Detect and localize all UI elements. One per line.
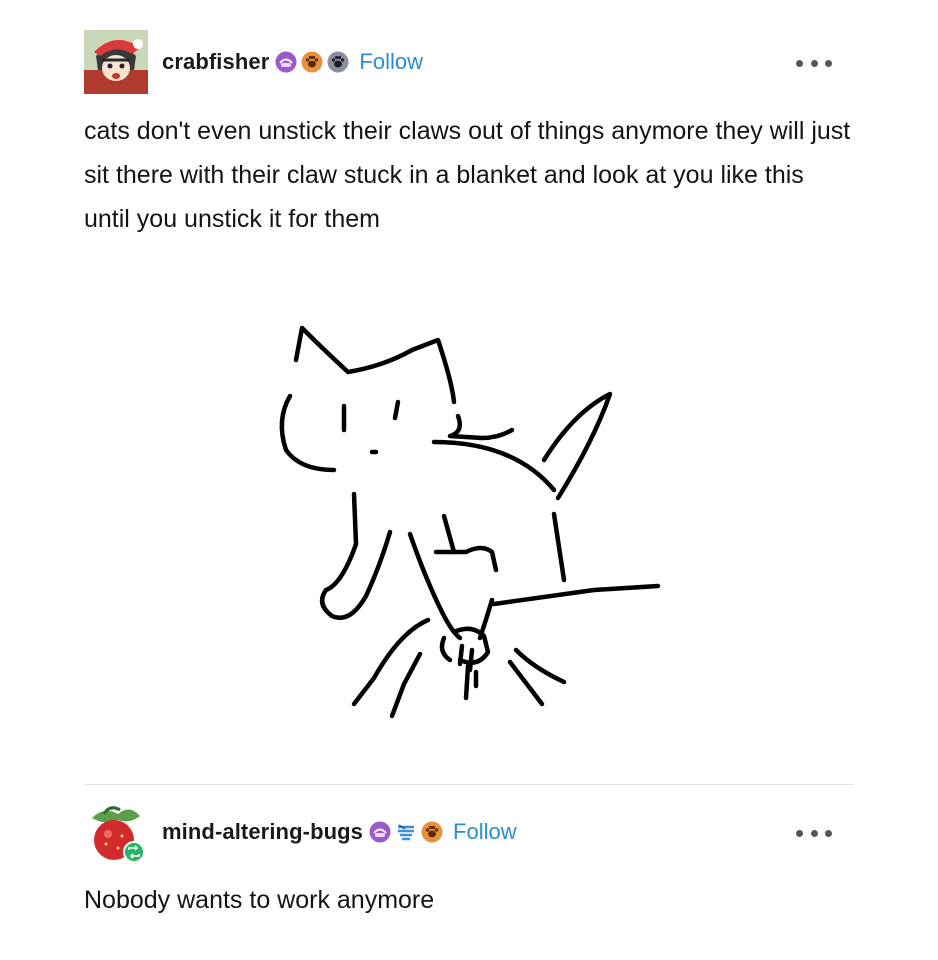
username[interactable]: crabfisher (162, 49, 269, 75)
avatar-image (84, 30, 148, 94)
avatar[interactable] (84, 800, 148, 864)
follow-button[interactable]: Follow (453, 819, 517, 845)
more-options-icon[interactable] (796, 56, 832, 70)
grey-paw-badge-icon[interactable] (327, 51, 349, 73)
post-body: Nobody wants to work anymore (84, 886, 435, 914)
follow-button[interactable]: Follow (359, 49, 423, 75)
post-body: cats don't even unstick their claws out … (84, 117, 851, 233)
orange-paw-badge-icon[interactable] (421, 821, 443, 843)
purple-pride-badge-icon[interactable] (369, 821, 391, 843)
post: crabfisher Follow cats don't even unstic… (0, 0, 938, 785)
cat-drawing-image (279, 325, 661, 719)
purple-pride-badge-icon[interactable] (275, 51, 297, 73)
post: mind-altering-bugs Follow Nobody wants t… (0, 786, 938, 960)
avatar-image (84, 800, 148, 864)
username[interactable]: mind-altering-bugs (162, 819, 363, 845)
more-options-icon[interactable] (796, 826, 832, 840)
post-header: crabfisher Follow (84, 30, 423, 94)
post-header: mind-altering-bugs Follow (84, 800, 517, 864)
badge-group (369, 821, 447, 843)
orange-paw-badge-icon[interactable] (301, 51, 323, 73)
blue-bug-badge-icon[interactable] (395, 821, 417, 843)
reblog-icon (123, 841, 145, 863)
badge-group (275, 51, 353, 73)
post-divider (84, 784, 854, 785)
avatar[interactable] (84, 30, 148, 94)
